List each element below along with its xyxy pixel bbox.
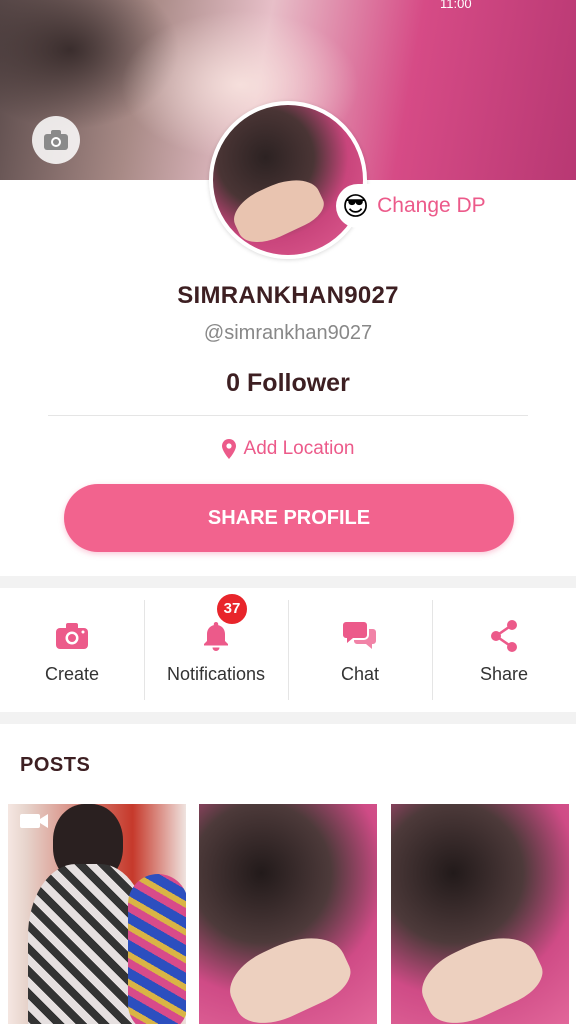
notifications-label: Notifications bbox=[166, 663, 266, 684]
follower-count[interactable]: 0 Follower bbox=[0, 369, 576, 398]
camera-icon bbox=[56, 622, 88, 649]
camera-icon bbox=[44, 130, 68, 150]
profile-avatar[interactable] bbox=[209, 101, 367, 259]
share-action[interactable]: Share bbox=[432, 588, 576, 712]
change-dp-button[interactable]: 😎 Change DP bbox=[336, 184, 500, 228]
chat-icon bbox=[343, 621, 376, 649]
profile-username: SIMRANKHAN9027 bbox=[177, 282, 399, 309]
post-thumbnail[interactable] bbox=[199, 804, 377, 1024]
video-camera-icon bbox=[20, 814, 48, 828]
notifications-action[interactable]: 37 Notifications bbox=[144, 588, 288, 712]
sunglasses-emoji-icon: 😎 bbox=[342, 191, 370, 221]
post-thumbnail[interactable] bbox=[8, 804, 186, 1024]
posts-section: POSTS bbox=[0, 724, 576, 1024]
chat-action[interactable]: Chat bbox=[288, 588, 432, 712]
profile-handle: @simrankhan9027 bbox=[203, 322, 373, 344]
post-photo-detail bbox=[411, 921, 551, 1024]
share-profile-button[interactable]: SHARE PROFILE bbox=[64, 484, 514, 552]
post-photo-detail bbox=[219, 921, 359, 1024]
post-photo-detail bbox=[128, 874, 186, 1024]
change-dp-label: Change DP bbox=[377, 194, 486, 217]
add-location-label: Add Location bbox=[243, 438, 355, 459]
notification-badge: 37 bbox=[215, 591, 249, 626]
posts-title: POSTS bbox=[20, 754, 91, 776]
create-action[interactable]: Create bbox=[0, 588, 144, 712]
share-label: Share bbox=[479, 663, 529, 684]
chat-label: Chat bbox=[340, 663, 380, 684]
create-label: Create bbox=[44, 663, 100, 684]
status-time: 11:00 bbox=[440, 0, 472, 11]
action-bar: Create 37 Notifications Chat Share bbox=[0, 588, 576, 712]
avatar-photo-detail bbox=[226, 168, 330, 252]
post-thumbnail[interactable] bbox=[391, 804, 569, 1024]
divider bbox=[48, 415, 528, 416]
add-location-link[interactable]: Add Location bbox=[0, 438, 576, 460]
share-icon bbox=[491, 619, 517, 652]
change-cover-button[interactable] bbox=[32, 116, 80, 164]
location-pin-icon bbox=[221, 439, 236, 459]
